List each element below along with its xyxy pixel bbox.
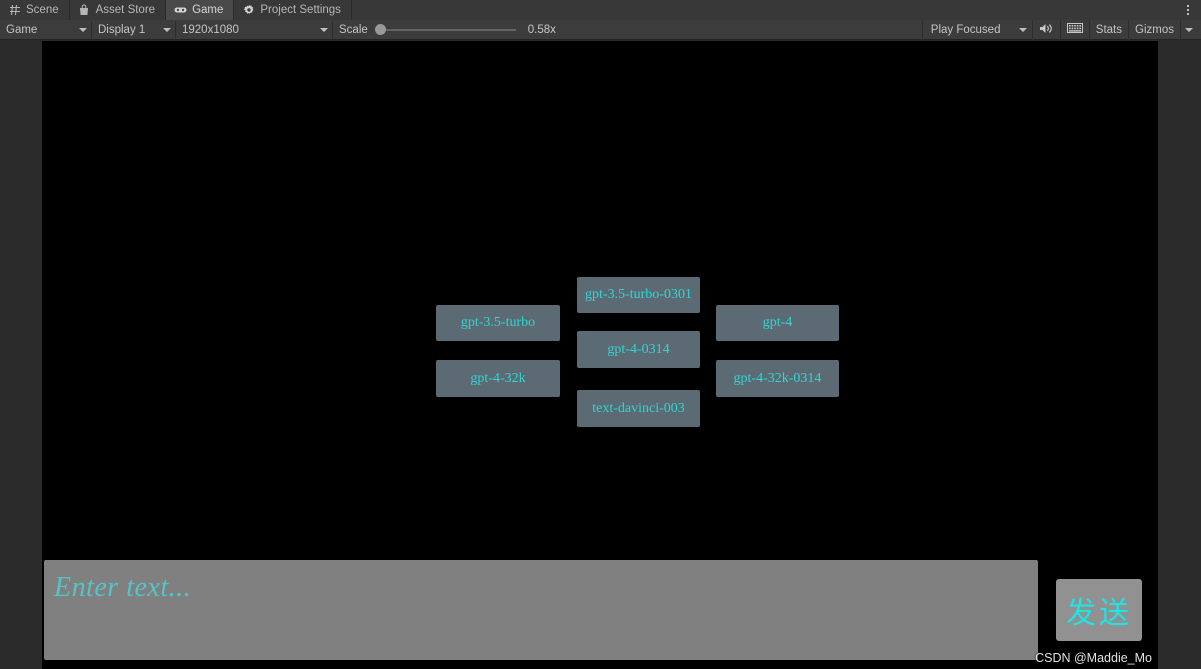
send-button[interactable]: 发送 [1056, 579, 1142, 641]
tab-project-settings[interactable]: Project Settings [234, 0, 352, 20]
chevron-down-icon [1185, 27, 1193, 32]
model-button-gpt-4-0314[interactable]: gpt-4-0314 [577, 331, 700, 368]
chevron-down-icon [163, 27, 171, 32]
chevron-down-icon [1018, 27, 1027, 32]
chat-input-field[interactable]: Enter text... [44, 560, 1038, 660]
game-view-toolbar: Game Display 1 1920x1080 Scale 0.58x Pla… [0, 19, 1201, 40]
scale-slider-handle[interactable] [374, 23, 386, 35]
model-button-gpt-3.5-turbo[interactable]: gpt-3.5-turbo [436, 305, 560, 341]
view-target-dropdown[interactable]: Game [0, 20, 92, 39]
model-button-gpt-4[interactable]: gpt-4 [716, 305, 839, 341]
toolbar-right-group: Play Focused Stats Gizmos [921, 19, 1201, 40]
tab-label: Scene [26, 4, 59, 16]
tab-scene[interactable]: Scene [0, 0, 70, 20]
model-button-gpt-4-32k[interactable]: gpt-4-32k [436, 360, 560, 397]
editor-tab-bar: Scene Asset Store Game Project Settings [0, 0, 1201, 20]
model-button-text-davinci-003[interactable]: text-davinci-003 [577, 390, 700, 427]
display-dropdown[interactable]: Display 1 [92, 20, 176, 39]
watermark-text: CSDN @Maddie_Mo [1035, 651, 1152, 665]
stats-grid-icon [1066, 22, 1083, 37]
model-button-gpt-4-32k-0314[interactable]: gpt-4-32k-0314 [716, 360, 839, 397]
gizmos-button[interactable]: Gizmos [1128, 19, 1180, 40]
gamepad-icon [174, 4, 187, 17]
game-render-area[interactable]: gpt-3.5-turbo gpt-3.5-turbo-0301 gpt-4 gpt-… [42, 41, 1158, 669]
grid-icon [8, 4, 21, 17]
mute-audio-button[interactable] [1031, 19, 1060, 40]
chevron-down-icon [320, 27, 328, 32]
display-value: Display 1 [98, 23, 146, 36]
scale-slider-track[interactable] [374, 23, 516, 35]
model-button-label: gpt-4-32k [470, 370, 526, 386]
tab-asset-store[interactable]: Asset Store [69, 0, 167, 20]
gizmos-label: Gizmos [1135, 23, 1174, 36]
resolution-dropdown[interactable]: 1920x1080 [176, 20, 333, 39]
resolution-value: 1920x1080 [182, 23, 239, 36]
model-button-label: gpt-3.5-turbo-0301 [585, 287, 692, 302]
play-mode-value: Play Focused [930, 23, 1001, 36]
gizmos-dropdown[interactable] [1180, 19, 1201, 40]
chevron-down-icon [79, 27, 87, 32]
tab-game[interactable]: Game [166, 0, 235, 20]
model-button-label: gpt-4-0314 [607, 341, 670, 357]
tab-bar-spacer [351, 0, 1175, 20]
view-target-value: Game [6, 23, 38, 36]
speaker-icon [1039, 22, 1054, 38]
tab-label: Project Settings [260, 4, 341, 16]
more-options-icon[interactable] [1175, 0, 1201, 20]
tab-label: Game [192, 4, 224, 16]
play-mode-dropdown[interactable]: Play Focused [921, 19, 1032, 40]
scale-value: 0.58x [527, 23, 556, 36]
tab-label: Asset Store [95, 4, 156, 16]
stats-label: Stats [1095, 23, 1123, 36]
chat-input-placeholder: Enter text... [54, 572, 192, 603]
model-button-gpt-3.5-turbo-0301[interactable]: gpt-3.5-turbo-0301 [577, 277, 700, 313]
model-button-label: gpt-4-32k-0314 [733, 370, 822, 386]
stats-grid-button[interactable] [1059, 19, 1089, 40]
game-view-panel: gpt-3.5-turbo gpt-3.5-turbo-0301 gpt-4 gpt-… [0, 41, 1201, 669]
scale-label: Scale [339, 23, 368, 36]
model-button-label: gpt-3.5-turbo [460, 315, 536, 330]
model-button-label: gpt-4 [762, 315, 793, 330]
scale-slider-group[interactable]: Scale 0.58x [333, 23, 562, 36]
stats-button[interactable]: Stats [1088, 19, 1128, 40]
shop-bag-icon [78, 4, 91, 17]
gear-icon [242, 4, 255, 17]
unity-editor-window: Scene Asset Store Game Project Settings … [0, 0, 1201, 669]
model-button-label: text-davinci-003 [592, 400, 685, 416]
